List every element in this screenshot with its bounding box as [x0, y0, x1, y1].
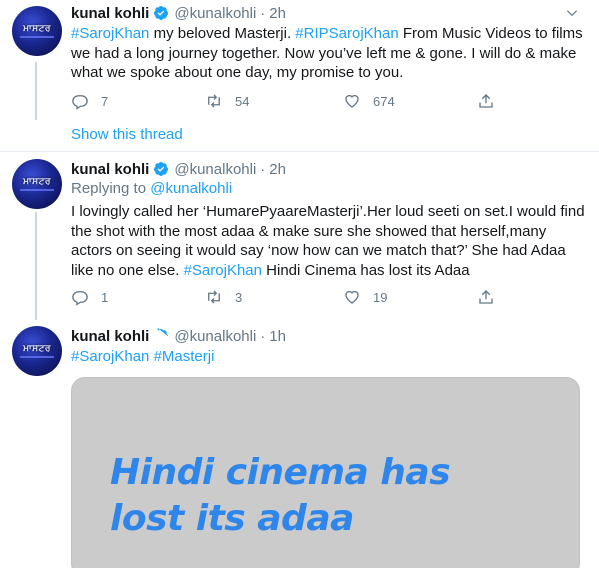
retweet-button[interactable]: 3	[205, 288, 242, 306]
share-icon	[479, 94, 493, 108]
separator: ·	[260, 4, 266, 22]
retweet-icon	[208, 290, 220, 304]
avatar-text: ਮਾਸਟਰ	[23, 344, 51, 354]
reply-count: 1	[101, 289, 109, 305]
hashtag-link[interactable]: #SarojKhan	[71, 348, 149, 365]
tweet-header: kunal kohli @kunalkohli · 2h	[71, 159, 286, 179]
reply-button[interactable]: 1	[71, 288, 108, 306]
timestamp[interactable]: 2h	[269, 161, 286, 178]
author-handle[interactable]: @kunalkohli	[174, 328, 256, 345]
like-count: 19	[373, 289, 388, 305]
timestamp[interactable]: 2h	[269, 5, 286, 22]
mention-link[interactable]: @kunalkohli	[150, 180, 232, 197]
tweet-actions: 1 3 19	[71, 288, 511, 308]
divider	[0, 151, 599, 152]
thread-connector	[35, 212, 37, 320]
share-button[interactable]	[477, 288, 495, 306]
reply-icon	[72, 95, 88, 110]
verified-badge-icon	[157, 328, 169, 339]
avatar-text: ਮਾਸਟਰ	[23, 177, 51, 187]
author-name[interactable]: kunal kohli	[71, 161, 149, 178]
hashtag-link[interactable]: #RIPSarojKhan	[295, 25, 398, 42]
show-thread-link[interactable]: Show this thread	[71, 126, 183, 143]
retweet-button[interactable]: 54	[205, 92, 249, 110]
reply-button[interactable]: 7	[71, 92, 108, 110]
heart-icon	[345, 94, 359, 108]
thread-connector	[35, 62, 37, 120]
replying-to: Replying to @kunalkohli	[71, 180, 233, 197]
hashtag-link[interactable]: #SarojKhan	[184, 262, 262, 279]
separator: ·	[260, 327, 266, 345]
share-button[interactable]	[477, 92, 495, 110]
share-icon	[479, 290, 493, 304]
retweet-count: 3	[235, 289, 243, 305]
like-count: 674	[373, 93, 395, 109]
tweet-text: #SarojKhan #Masterji	[71, 347, 586, 367]
tweet-text: #SarojKhan my beloved Masterji. #RIPSaro…	[71, 25, 583, 81]
hashtag-link[interactable]: #Masterji	[154, 348, 215, 365]
author-handle[interactable]: @kunalkohli	[174, 5, 256, 22]
author-name[interactable]: kunal kohli	[71, 328, 149, 345]
media-image[interactable]: Hindi cinema has lost its adaa	[71, 377, 580, 568]
retweet-icon	[208, 94, 220, 108]
avatar[interactable]: ਮਾਸਟਰ	[12, 159, 62, 209]
timestamp[interactable]: 1h	[269, 328, 286, 345]
separator: ·	[260, 160, 266, 178]
hashtag-link[interactable]: #SarojKhan	[71, 25, 149, 42]
verified-badge-icon	[154, 162, 169, 176]
tweet-actions: 7 54 674	[71, 92, 511, 112]
author-handle[interactable]: @kunalkohli	[174, 161, 256, 178]
tweet-text: I lovingly called her ‘HumarePyaareMaste…	[71, 203, 585, 279]
verified-badge-icon	[154, 6, 169, 20]
retweet-count: 54	[235, 93, 250, 109]
author-name[interactable]: kunal kohli	[71, 5, 149, 22]
reply-count: 7	[101, 93, 109, 109]
like-button[interactable]: 19	[343, 288, 387, 306]
avatar[interactable]: ਮਾਸਟਰ	[12, 326, 62, 376]
reply-icon	[72, 291, 88, 306]
like-button[interactable]: 674	[343, 92, 395, 110]
media-text-line-2: lost its adaa	[110, 498, 354, 539]
avatar[interactable]: ਮਾਸਟਰ	[12, 6, 62, 56]
heart-icon	[345, 290, 359, 304]
chevron-down-icon[interactable]	[565, 6, 579, 20]
tweet-header: kunal kohli @kunalkohli · 1h	[71, 326, 286, 346]
media-text-line-1: Hindi cinema has	[110, 452, 451, 493]
avatar-text: ਮਾਸਟਰ	[23, 24, 51, 34]
tweet-header: kunal kohli @kunalkohli · 2h	[71, 3, 286, 23]
